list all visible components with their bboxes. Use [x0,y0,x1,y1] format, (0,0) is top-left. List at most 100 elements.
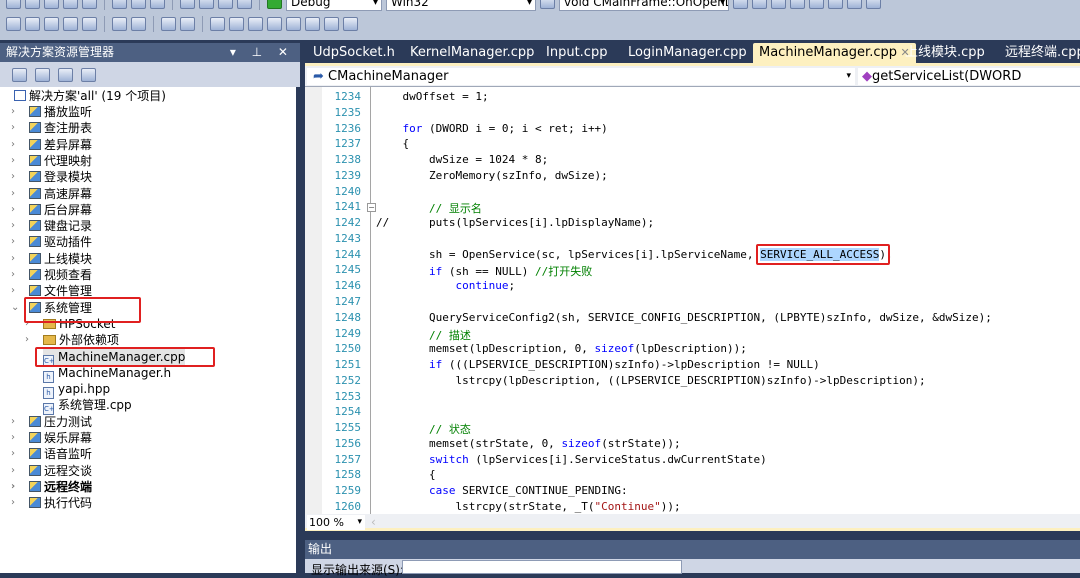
open-icon[interactable] [44,0,59,9]
parameter-info-icon[interactable] [25,17,40,31]
properties-icon[interactable] [58,67,73,82]
extension-icon[interactable] [828,0,843,9]
tree-solution-root[interactable]: 解决方案'all' (19 个项目) [14,88,166,104]
class-view-icon[interactable] [847,0,862,9]
view-class-diagram-icon[interactable] [81,67,96,82]
tab-kernelmanager-cpp[interactable]: KernelManager.cpp [410,43,534,63]
comment-icon[interactable] [161,17,176,31]
configuration-select[interactable]: Debug [286,0,382,11]
expand-arrow-icon[interactable]: › [11,414,15,430]
expand-arrow-icon[interactable]: › [11,463,15,479]
find-icon[interactable] [733,0,748,9]
tab-loginmanager-cpp[interactable]: LoginManager.cpp [628,43,747,63]
expand-arrow-icon[interactable]: › [11,251,15,267]
start-debug-icon[interactable] [267,0,282,9]
expand-arrow-icon[interactable]: › [11,137,15,153]
navigate-forward-icon[interactable] [237,0,252,9]
expand-arrow-icon[interactable]: › [11,430,15,446]
new-project-icon[interactable] [6,0,21,9]
tab--cpp[interactable]: 远程终端.cpp [1005,43,1080,63]
tree-item[interactable]: › 高速屏幕 [11,186,92,202]
clear-bookmarks-icon[interactable] [343,17,358,31]
scroll-left-icon[interactable]: ‹ [371,515,376,529]
tree-item[interactable]: › 键盘记录 [11,218,92,234]
collapse-arrow-icon[interactable]: ⌄ [11,300,19,316]
expand-arrow-icon[interactable]: › [11,186,15,202]
increase-indent-icon[interactable] [131,17,146,31]
prev-bookmark-icon[interactable] [229,17,244,31]
tools-icon[interactable] [809,0,824,9]
tree-item[interactable]: › 播放监听 [11,104,92,120]
output-source-select[interactable] [402,560,682,574]
tree-item[interactable]: › 差异屏幕 [11,137,92,153]
collapse-icon[interactable]: − [367,203,376,212]
next-bookmark-doc-icon[interactable] [324,17,339,31]
add-item-icon[interactable] [25,0,40,9]
save-icon[interactable] [63,0,78,9]
cut-icon[interactable] [112,0,127,9]
tree-item[interactable]: › 后台屏幕 [11,202,92,218]
expand-arrow-icon[interactable]: › [11,479,15,495]
find-combo[interactable]: void CMainFrame::OnOpenDe [559,0,729,11]
tab-machinemanager-cpp[interactable]: MachineManager.cpp ✕ [753,43,916,63]
toolbox-icon[interactable] [790,0,805,9]
panel-window-buttons[interactable]: ▾ ⊥ ✕ [230,43,294,62]
expand-arrow-icon[interactable]: › [11,120,15,136]
object-members-icon[interactable] [6,17,21,31]
expand-arrow-icon[interactable]: › [11,153,15,169]
expand-arrow-icon[interactable]: › [11,283,15,299]
expand-arrow-icon[interactable]: › [11,446,15,462]
copy-icon[interactable] [131,0,146,9]
decrease-indent-icon[interactable] [112,17,127,31]
code-editor[interactable]: − 1234 dwOffset = 1; 1235 1236 for (DWORD … [305,87,1080,514]
refresh-icon[interactable] [35,67,50,82]
next-bookmark-icon[interactable] [248,17,263,31]
word-completion-icon[interactable] [63,17,78,31]
member-dropdown[interactable]: ◆getServiceList(DWORD dwScType) [858,68,1080,101]
display-word-icon[interactable] [82,17,97,31]
platform-select[interactable]: Win32 [386,0,536,11]
tree-item[interactable]: › 查注册表 [11,120,92,136]
tree-item[interactable]: › 驱动插件 [11,234,92,250]
tree-item[interactable]: › 远程交谈 [11,463,92,479]
class-dropdown[interactable]: ➦ CMachineManager ▾ [307,68,855,85]
tree-item[interactable]: › 外部依赖项 [25,332,119,348]
uncomment-icon[interactable] [180,17,195,31]
tree-item[interactable]: › 视频查看 [11,267,92,283]
zoom-select[interactable]: 100 % ▾ [307,515,365,530]
tree-item[interactable]: › 代理映射 [11,153,92,169]
tree-item[interactable]: › 语音监听 [11,446,92,462]
paste-icon[interactable] [150,0,165,9]
tree-item[interactable]: h MachineManager.h [43,365,171,383]
tree-item[interactable]: C+ 系统管理.cpp [43,397,132,416]
navigate-back-icon[interactable] [218,0,233,9]
prev-bookmark-doc-icon[interactable] [305,17,320,31]
expand-arrow-icon[interactable]: › [11,234,15,250]
tree-item[interactable]: › 压力测试 [11,414,92,430]
tree-item[interactable]: › 执行代码 [11,495,92,511]
expand-arrow-icon[interactable]: › [11,202,15,218]
show-all-files-icon[interactable] [12,67,27,82]
expand-arrow-icon[interactable]: › [11,495,15,511]
bookmark-icon[interactable] [210,17,225,31]
next-bookmark-folder-icon[interactable] [286,17,301,31]
tab--cpp[interactable]: 上线模块.cpp [905,43,985,63]
tree-item[interactable]: › 登录模块 [11,169,92,185]
properties-icon[interactable] [771,0,786,9]
quick-info-icon[interactable] [44,17,59,31]
tree-item[interactable]: h yapi.hpp [43,381,110,400]
tab-input-cpp[interactable]: Input.cpp [546,43,607,63]
prev-bookmark-folder-icon[interactable] [267,17,282,31]
tab-udpsocket-h[interactable]: UdpSocket.h [313,43,395,63]
expand-arrow-icon[interactable]: › [25,332,29,348]
expand-arrow-icon[interactable]: › [11,169,15,185]
undo-icon[interactable] [180,0,195,9]
tree-item[interactable]: › 上线模块 [11,251,92,267]
start-page-icon[interactable] [866,0,881,9]
find-in-files-icon[interactable] [540,0,555,9]
save-all-icon[interactable] [82,0,97,9]
redo-icon[interactable] [199,0,214,9]
tree-item[interactable]: › 远程终端 [11,479,92,495]
solution-explorer-icon[interactable] [752,0,767,9]
expand-arrow-icon[interactable]: › [11,104,15,120]
